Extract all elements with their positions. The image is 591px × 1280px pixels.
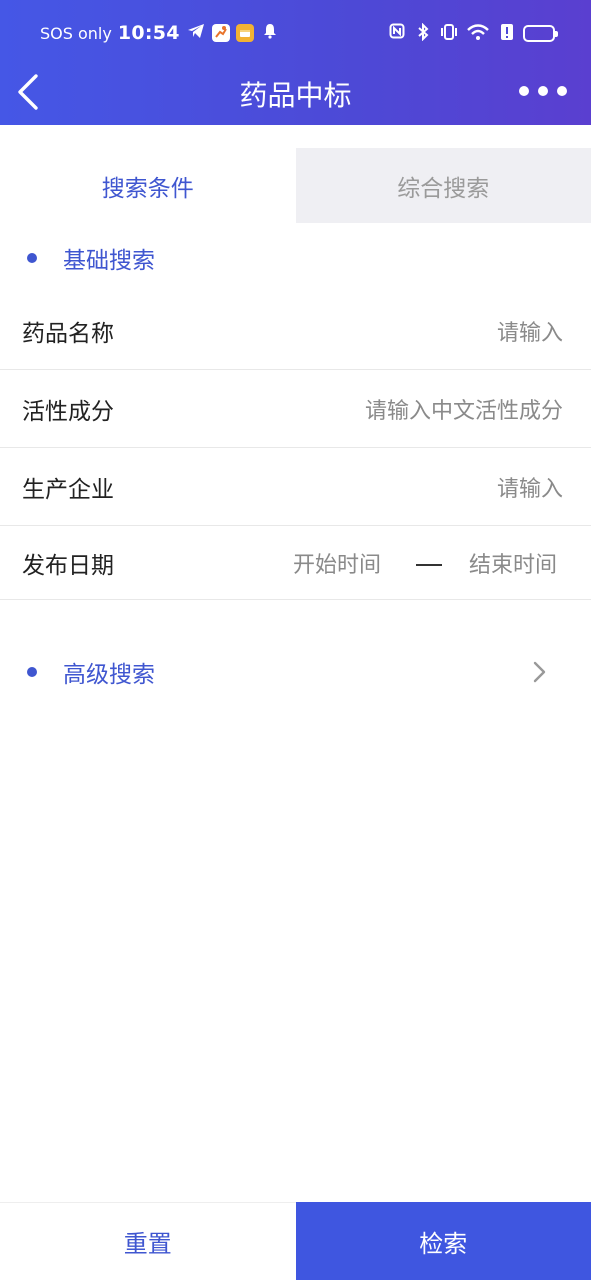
advanced-search-header[interactable]: 高级搜索 [0,647,591,697]
publish-date-label: 发布日期 [22,552,114,579]
alert-icon [497,23,517,43]
app-wallet-icon [235,24,254,42]
publish-date-row: 发布日期 开始时间 结束时间 [0,526,591,600]
status-left: SOS only 10:54 [40,20,280,46]
manufacturer-input[interactable]: 请输入 [497,471,563,503]
basic-search-label: 基础搜索 [63,248,155,274]
status-right [387,20,558,46]
vibrate-icon [439,23,459,43]
end-date-input[interactable]: 结束时间 [469,547,557,579]
telegram-icon [186,23,206,43]
clock: 10:54 [117,22,180,44]
bluetooth-icon [413,22,433,43]
app-header: SOS only 10:54 药品中标 [0,0,591,125]
drug-name-row[interactable]: 药品名称 请输入 [0,292,591,370]
reset-button[interactable]: 重置 [0,1202,296,1280]
chevron-right-icon [527,660,551,684]
more-button[interactable] [519,78,567,104]
search-tabs: 搜索条件 综合搜索 [0,148,591,223]
start-date-input[interactable]: 开始时间 [293,547,381,579]
tab-search-conditions[interactable]: 搜索条件 [0,148,296,223]
basic-search-header: 基础搜索 [0,233,591,283]
page-title: 药品中标 [239,79,352,112]
nfc-icon [387,23,407,43]
battery-icon [523,24,558,42]
section-bullet [27,667,37,677]
search-button[interactable]: 检索 [295,1202,591,1280]
manufacturer-row[interactable]: 生产企业 请输入 [0,448,591,526]
section-bullet [27,253,37,263]
date-range-dash [416,564,442,566]
drug-name-input[interactable]: 请输入 [497,315,563,347]
footer-actions: 重置 检索 [0,1202,591,1280]
bell-icon [260,23,280,43]
app-runner-icon [211,24,230,42]
active-ingredient-input[interactable]: 请输入中文活性成分 [365,393,563,425]
advanced-search-label: 高级搜索 [63,662,155,688]
active-ingredient-row[interactable]: 活性成分 请输入中文活性成分 [0,370,591,448]
nav-bar: 药品中标 [0,66,591,125]
drug-name-label: 药品名称 [22,320,114,347]
manufacturer-label: 生产企业 [22,476,114,503]
tab-comprehensive-search[interactable]: 综合搜索 [295,148,591,223]
status-bar: SOS only 10:54 [0,0,591,66]
active-ingredient-label: 活性成分 [22,398,114,425]
carrier-label: SOS only [40,23,112,43]
wifi-icon [465,23,491,43]
more-dots-icon [519,86,529,96]
